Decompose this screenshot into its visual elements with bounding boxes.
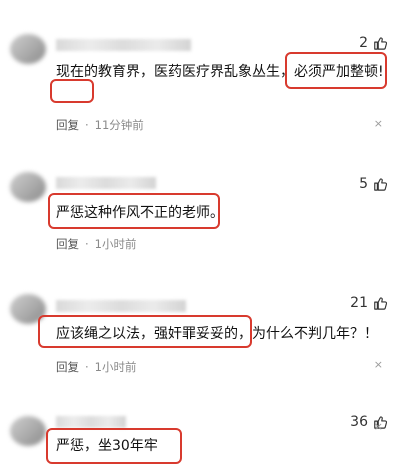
comment-text: 严惩，坐30年牢 [56,436,385,457]
comment-item: 36 严惩，坐30年牢 × [0,390,401,466]
comment-text: 现在的教育界，医药医疗界乱象丛生，必须严加整顿! [56,62,385,83]
timestamp: 1小时前 [94,360,137,374]
reply-link[interactable]: 回复 [56,359,79,375]
comment-item: 5 严惩这种作风不正的老师。 回复 · 1小时前 [0,150,401,270]
separator-dot: · [85,237,89,251]
avatar[interactable] [10,172,46,202]
reply-link[interactable]: 回复 [56,236,79,252]
like-count: 21 [350,295,368,311]
like-count: 2 [359,35,368,51]
comment-text: 应该绳之以法，强奸罪妥妥的，为什么不判几年？！ [56,324,385,345]
like-button[interactable]: 21 [350,295,387,311]
close-icon[interactable]: × [374,117,383,130]
comment-text-highlighted: 必须严加整顿! [294,64,384,80]
timestamp: 11分钟前 [94,118,144,132]
like-button[interactable]: 5 [359,176,387,192]
timestamp: 1小时前 [94,237,137,251]
avatar[interactable] [10,34,46,64]
comment-item: 21 应该绳之以法，强奸罪妥妥的，为什么不判几年？！ 回复 · 1小时前 × [0,270,401,390]
comment-text: 严惩这种作风不正的老师。 [56,203,385,224]
avatar[interactable] [10,294,46,324]
comment-meta: 回复 · 11分钟前 [56,117,144,133]
username-blurred[interactable] [56,416,126,428]
like-count: 36 [350,414,368,430]
like-button[interactable]: 2 [359,35,387,51]
comment-meta: 回复 · 1小时前 [56,236,136,252]
close-icon[interactable]: × [374,358,383,371]
comment-item: 2 现在的教育界，医药医疗界乱象丛生，必须严加整顿! 回复 · 11分钟前 × [0,0,401,150]
reply-link[interactable]: 回复 [56,117,79,133]
thumbs-up-icon [374,37,387,50]
avatar[interactable] [10,416,46,446]
username-blurred[interactable] [56,177,156,189]
comment-text-plain: 现在的教育界，医药医疗界乱象丛生， [56,64,294,80]
comment-text-highlighted: 严惩这种作风不正的老师。 [56,205,224,221]
close-icon[interactable]: × [374,420,383,433]
comment-meta: 回复 · 1小时前 [56,359,136,375]
comment-text-highlighted: 应该绳之以法，强奸罪妥妥的，为什么不判几年？！ [56,326,378,342]
username-blurred[interactable] [56,39,191,51]
separator-dot: · [85,360,89,374]
comment-text-highlighted: 严惩，坐30年牢 [56,438,158,454]
like-count: 5 [359,176,368,192]
username-blurred[interactable] [56,300,186,312]
thumbs-up-icon [374,178,387,191]
separator-dot: · [85,118,89,132]
thumbs-up-icon [374,297,387,310]
